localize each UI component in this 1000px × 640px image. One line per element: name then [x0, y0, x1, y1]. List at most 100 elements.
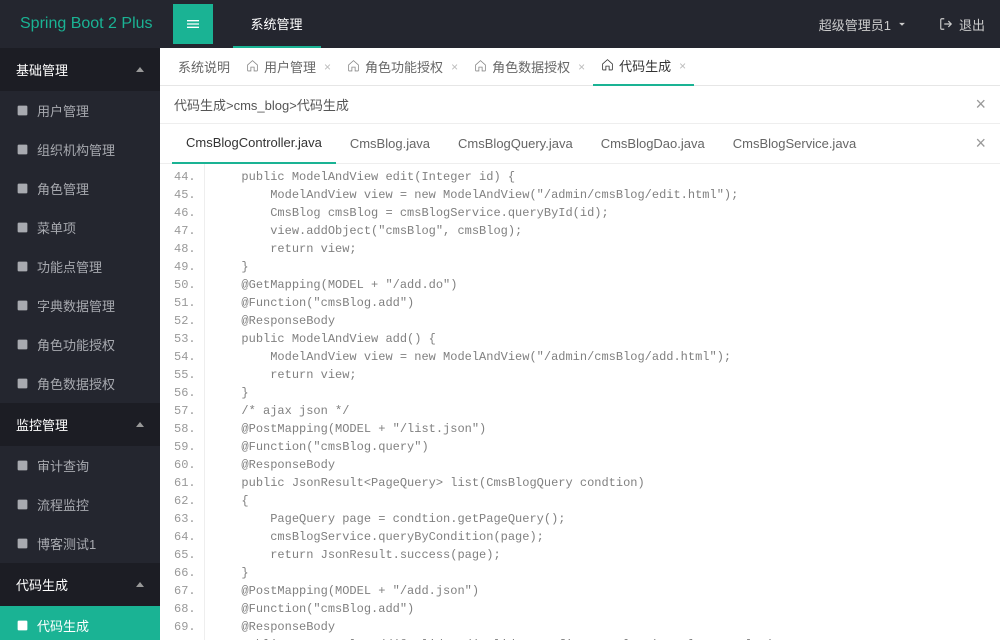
- breadcrumb: 代码生成>cms_blog>代码生成: [174, 95, 349, 114]
- code-editor[interactable]: 44.45.46.47.48.49.50.51.52.53.54.55.56.5…: [160, 164, 1000, 640]
- close-icon[interactable]: ×: [578, 60, 585, 74]
- line-number: 68.: [174, 600, 196, 618]
- file-tab-label: CmsBlogDao.java: [601, 136, 705, 151]
- code-line: @PostMapping(MODEL + "/add.json"): [213, 582, 775, 600]
- chevron-up-icon: [136, 582, 144, 587]
- sidebar-item[interactable]: 角色功能授权: [0, 325, 160, 364]
- line-number: 66.: [174, 564, 196, 582]
- sidebar-item-label: 菜单项: [37, 218, 76, 237]
- code-line: PageQuery page = condtion.getPageQuery()…: [213, 510, 775, 528]
- chevron-up-icon: [136, 67, 144, 72]
- sidebar-item[interactable]: 字典数据管理: [0, 286, 160, 325]
- line-number: 67.: [174, 582, 196, 600]
- top-tab-label: 代码生成: [619, 56, 671, 75]
- code-line: public ModelAndView edit(Integer id) {: [213, 168, 775, 186]
- sidebar-item[interactable]: 流程监控: [0, 485, 160, 524]
- user-menu[interactable]: 超级管理员1: [804, 15, 924, 34]
- top-tabs: 系统说明 用户管理 × 角色功能授权 × 角色数据授权 × 代码生成 ×: [160, 48, 1000, 86]
- top-tab-label: 角色功能授权: [365, 57, 443, 76]
- sidebar-group-label: 基础管理: [16, 60, 68, 79]
- sidebar-group-header[interactable]: 监控管理: [0, 403, 160, 446]
- code-line: @Function("cmsBlog.add"): [213, 600, 775, 618]
- top-tab[interactable]: 用户管理 ×: [238, 48, 339, 86]
- sidebar-group-label: 代码生成: [16, 575, 68, 594]
- file-tabs: CmsBlogController.java CmsBlog.java CmsBlo…: [160, 124, 1000, 164]
- code-line: return view;: [213, 366, 775, 384]
- sidebar-item-label: 组织机构管理: [37, 140, 115, 159]
- menu-toggle-button[interactable]: [173, 4, 213, 44]
- line-number: 69.: [174, 618, 196, 636]
- sidebar-item[interactable]: 博客测试1: [0, 524, 160, 563]
- sidebar-item[interactable]: 组织机构管理: [0, 130, 160, 169]
- home-icon: [347, 59, 360, 75]
- file-tab[interactable]: CmsBlog.java: [336, 124, 444, 164]
- line-number: 49.: [174, 258, 196, 276]
- top-tab[interactable]: 代码生成 ×: [593, 48, 694, 86]
- code-line: @ResponseBody: [213, 456, 775, 474]
- top-tab[interactable]: 角色数据授权 ×: [466, 48, 593, 86]
- line-number: 44.: [174, 168, 196, 186]
- line-number: 50.: [174, 276, 196, 294]
- file-tabs-close-icon[interactable]: ×: [975, 133, 986, 154]
- file-tab[interactable]: CmsBlogQuery.java: [444, 124, 587, 164]
- close-icon[interactable]: ×: [324, 60, 331, 74]
- code-line: view.addObject("cmsBlog", cmsBlog);: [213, 222, 775, 240]
- file-tab[interactable]: CmsBlogController.java: [172, 124, 336, 164]
- line-number: 62.: [174, 492, 196, 510]
- sidebar-item[interactable]: 用户管理: [0, 91, 160, 130]
- sidebar-group-header[interactable]: 代码生成: [0, 563, 160, 606]
- line-gutter: 44.45.46.47.48.49.50.51.52.53.54.55.56.5…: [160, 164, 205, 640]
- line-number: 57.: [174, 402, 196, 420]
- sidebar-item[interactable]: 角色数据授权: [0, 364, 160, 403]
- sidebar-group-label: 监控管理: [16, 415, 68, 434]
- user-name: 超级管理员1: [819, 15, 891, 34]
- top-tab[interactable]: 角色功能授权 ×: [339, 48, 466, 86]
- file-tab[interactable]: CmsBlogService.java: [719, 124, 871, 164]
- code-line: }: [213, 384, 775, 402]
- home-icon: [246, 59, 259, 75]
- logout-label: 退出: [959, 15, 985, 34]
- code-line: public JsonResult add(@Validated(Validat…: [213, 636, 775, 640]
- file-tab-label: CmsBlog.java: [350, 136, 430, 151]
- line-number: 60.: [174, 456, 196, 474]
- code-line: ModelAndView view = new ModelAndView("/a…: [213, 186, 775, 204]
- logout-button[interactable]: 退出: [924, 15, 1000, 34]
- line-number: 47.: [174, 222, 196, 240]
- code-line: @ResponseBody: [213, 618, 775, 636]
- sidebar-group-header[interactable]: 基础管理: [0, 48, 160, 91]
- line-number: 61.: [174, 474, 196, 492]
- line-number: 59.: [174, 438, 196, 456]
- line-number: 54.: [174, 348, 196, 366]
- sidebar-item-label: 功能点管理: [37, 257, 102, 276]
- sidebar-item-label: 博客测试1: [37, 534, 96, 553]
- top-tab-label: 角色数据授权: [492, 57, 570, 76]
- close-icon[interactable]: ×: [679, 59, 686, 73]
- home-icon: [601, 58, 614, 74]
- line-number: 45.: [174, 186, 196, 204]
- sidebar-item-label: 流程监控: [37, 495, 89, 514]
- main-content: 系统说明 用户管理 × 角色功能授权 × 角色数据授权 × 代码生成 × 代码生成>cms_bl…: [160, 48, 1000, 640]
- code-line: @PostMapping(MODEL + "/list.json"): [213, 420, 775, 438]
- line-number: 64.: [174, 528, 196, 546]
- sidebar-item[interactable]: 代码生成: [0, 606, 160, 640]
- top-tab-label: 用户管理: [264, 57, 316, 76]
- top-tab[interactable]: 系统说明: [170, 48, 238, 86]
- sidebar-item[interactable]: 功能点管理: [0, 247, 160, 286]
- code-line: }: [213, 564, 775, 582]
- line-number: 51.: [174, 294, 196, 312]
- code-line: ModelAndView view = new ModelAndView("/a…: [213, 348, 775, 366]
- sidebar-item[interactable]: 角色管理: [0, 169, 160, 208]
- code-line: cmsBlogService.queryByCondition(page);: [213, 528, 775, 546]
- file-tab[interactable]: CmsBlogDao.java: [587, 124, 719, 164]
- code-line: return JsonResult.success(page);: [213, 546, 775, 564]
- close-icon[interactable]: ×: [451, 60, 458, 74]
- line-number: 65.: [174, 546, 196, 564]
- sidebar-item[interactable]: 审计查询: [0, 446, 160, 485]
- sidebar-item-label: 角色功能授权: [37, 335, 115, 354]
- breadcrumb-close-icon[interactable]: ×: [975, 94, 986, 115]
- file-tab-label: CmsBlogController.java: [186, 135, 322, 150]
- sidebar-item[interactable]: 菜单项: [0, 208, 160, 247]
- menu-icon: [185, 16, 201, 32]
- header-nav-system[interactable]: 系统管理: [233, 0, 321, 48]
- line-number: 70.: [174, 636, 196, 640]
